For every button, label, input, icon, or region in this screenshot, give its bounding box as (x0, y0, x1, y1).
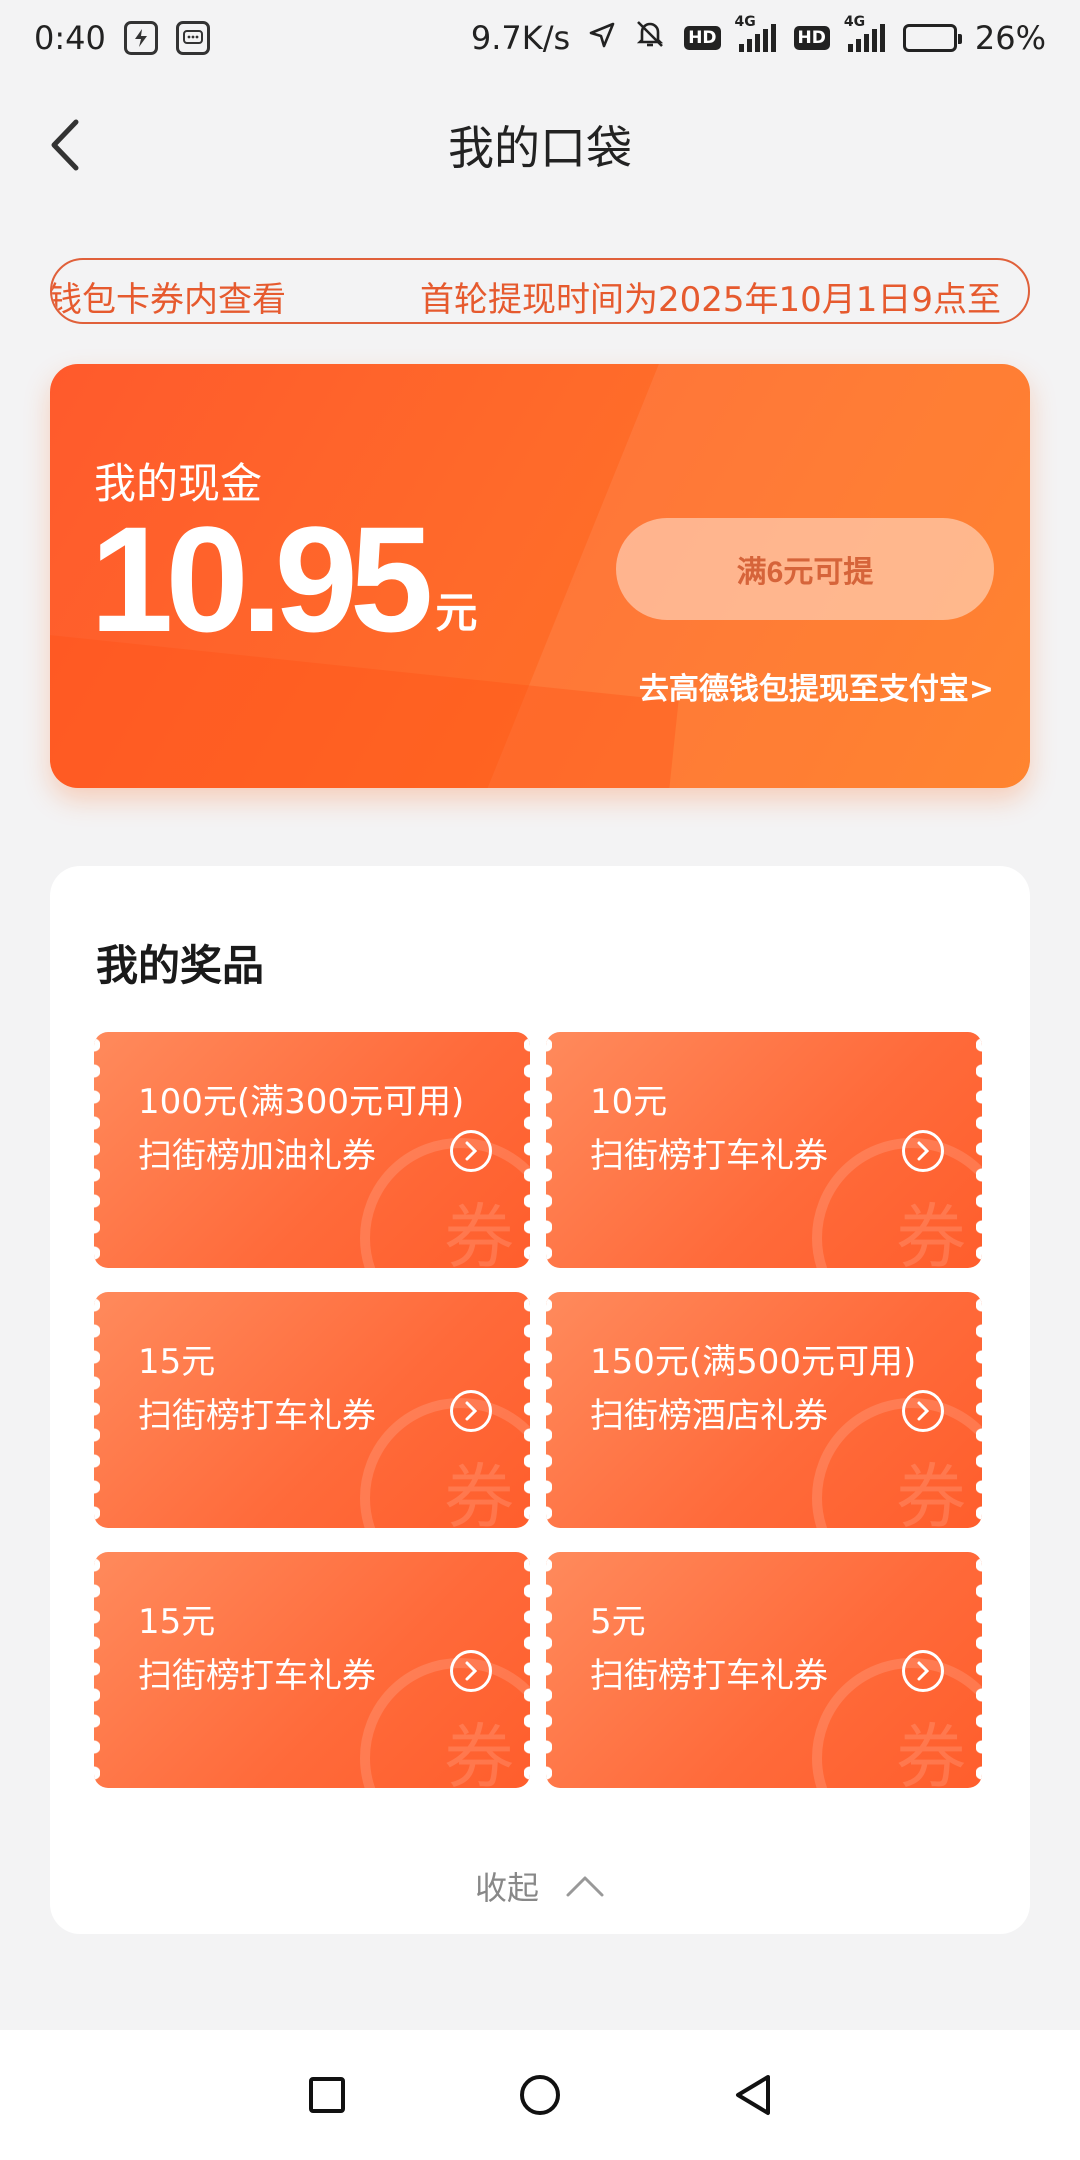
cash-amount-value: 10.95 (90, 495, 433, 663)
coupon-name: 扫街榜打车礼券 (590, 1136, 828, 1176)
page-title: 我的口袋 (448, 121, 632, 175)
coupon-watermark: 券 (896, 1716, 966, 1788)
cash-card: 我的现金 10.95 元 满6元可提 去高德钱包提现至支付宝> (50, 364, 1030, 788)
network-type-1: 4G (734, 14, 756, 30)
cash-amount-unit: 元 (435, 588, 478, 637)
status-right: 9.7K/s HD 4G HD 4G 26% (470, 14, 1046, 58)
coupon-card[interactable]: 券 15元 扫街榜打车礼券 (94, 1552, 530, 1788)
system-back-button[interactable] (723, 2065, 783, 2125)
chevron-right-circle-icon[interactable] (450, 1130, 492, 1172)
coupon-amount: 100元(满300元可用) (138, 1082, 465, 1122)
signal-icon-2: 4G (844, 14, 885, 52)
coupon-watermark: 券 (444, 1456, 514, 1528)
chevron-right-circle-icon[interactable] (902, 1650, 944, 1692)
coupon-name: 扫街榜打车礼券 (138, 1396, 376, 1436)
withdraw-button[interactable]: 满6元可提 (616, 518, 994, 620)
chevron-right-circle-icon[interactable] (902, 1130, 944, 1172)
recent-apps-icon (308, 2077, 345, 2113)
coupon-watermark: 券 (444, 1716, 514, 1788)
chevron-right-circle-icon[interactable] (902, 1390, 944, 1432)
mute-icon (634, 18, 666, 58)
coupon-watermark: 券 (444, 1196, 514, 1268)
prizes-title: 我的奖品 (96, 941, 265, 990)
coupon-card[interactable]: 券 10元 扫街榜打车礼券 (546, 1032, 982, 1268)
coupon-amount: 15元 (138, 1602, 216, 1642)
status-bar: 0:40 9.7K/s HD 4G HD 4G 26% (0, 0, 1080, 76)
coupon-amount: 5元 (590, 1602, 646, 1642)
back-button[interactable] (38, 118, 92, 172)
notice-marquee: 钱包卡券内查看 首轮提现时间为2025年10月1日9点至 (50, 258, 1030, 324)
home-button[interactable] (510, 2065, 570, 2125)
page-header: 我的口袋 (0, 100, 1080, 190)
back-icon (736, 2075, 771, 2115)
chevron-right-circle-icon[interactable] (450, 1650, 492, 1692)
prizes-section: 我的奖品 券 100元(满300元可用) 扫街榜加油礼券 券 10元 扫街榜打车… (50, 866, 1030, 1934)
battery-charging-icon (902, 24, 962, 52)
coupon-amount: 10元 (590, 1082, 668, 1122)
hd-badge-2: HD (793, 26, 830, 50)
coupon-amount: 150元(满500元可用) (590, 1342, 917, 1382)
network-type-2: 4G (843, 14, 866, 30)
coupon-name: 扫街榜打车礼券 (138, 1656, 376, 1696)
battery-percent: 26% (974, 19, 1046, 57)
message-app-icon (175, 21, 210, 55)
notice-text-left: 钱包卡券内查看 (50, 280, 286, 320)
cash-amount: 10.95 元 (90, 504, 477, 654)
coupon-name: 扫街榜加油礼券 (138, 1136, 376, 1176)
coupon-card[interactable]: 券 5元 扫街榜打车礼券 (546, 1552, 982, 1788)
home-icon (519, 2075, 560, 2115)
coupon-watermark: 券 (896, 1456, 966, 1528)
hd-badge-1: HD (684, 26, 721, 50)
coupon-name: 扫街榜酒店礼券 (590, 1396, 828, 1436)
wallet-withdraw-link[interactable]: 去高德钱包提现至支付宝> (639, 664, 994, 708)
location-arrow-icon (588, 19, 616, 57)
recent-apps-button[interactable] (297, 2065, 357, 2125)
chevron-left-icon (51, 119, 79, 171)
status-time: 0:40 (34, 19, 106, 57)
chevron-up-icon (566, 1876, 604, 1897)
coupon-card[interactable]: 券 15元 扫街榜打车礼券 (94, 1292, 530, 1528)
coupon-watermark: 券 (896, 1196, 966, 1268)
coupon-card[interactable]: 券 150元(满500元可用) 扫街榜酒店礼券 (546, 1292, 982, 1528)
coupon-name: 扫街榜打车礼券 (590, 1656, 828, 1696)
collapse-button[interactable]: 收起 (50, 1856, 1030, 1916)
network-speed: 9.7K/s (470, 19, 571, 57)
chevron-right-circle-icon[interactable] (450, 1390, 492, 1432)
notice-text-right: 首轮提现时间为2025年10月1日9点至 (420, 280, 1002, 320)
collapse-label: 收起 (474, 1869, 539, 1907)
system-nav-bar (0, 2030, 1080, 2160)
shield-app-icon (123, 21, 158, 55)
coupon-card[interactable]: 券 100元(满300元可用) 扫街榜加油礼券 (94, 1032, 530, 1268)
status-left: 0:40 (34, 19, 210, 57)
signal-icon: 4G (735, 14, 776, 52)
coupon-amount: 15元 (138, 1342, 216, 1382)
